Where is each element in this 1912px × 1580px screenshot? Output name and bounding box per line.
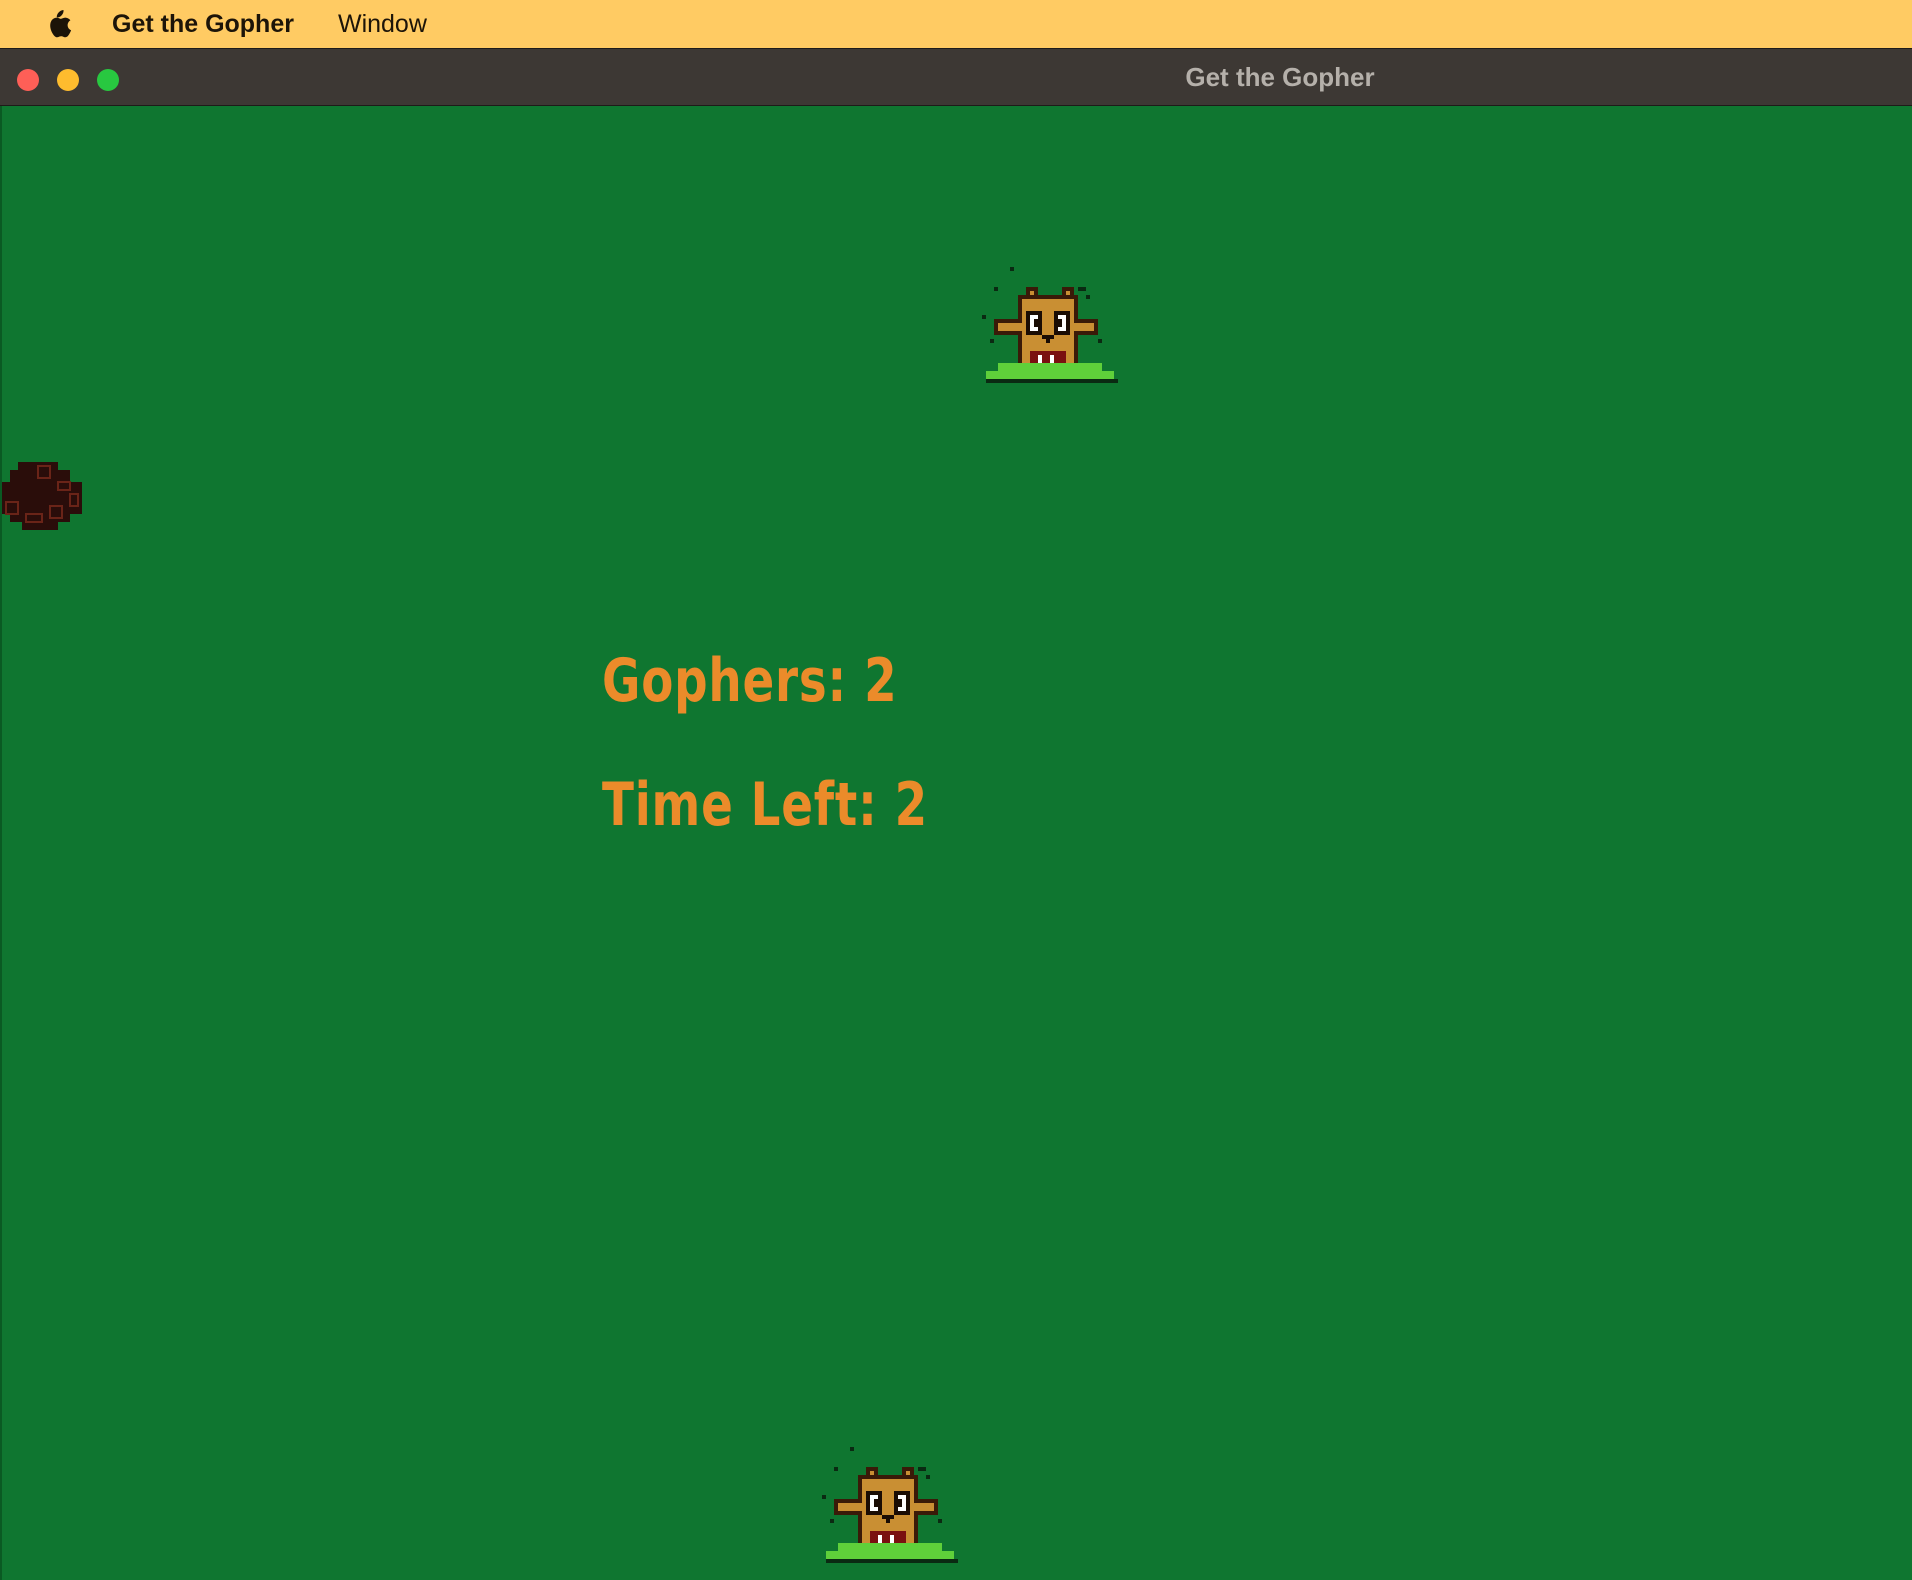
time-left: Time Left: 2 <box>602 770 928 840</box>
window-menu[interactable]: Window <box>338 10 427 39</box>
time-left-label: Time Left: <box>602 770 878 840</box>
window-title: Get the Gopher <box>1185 62 1375 92</box>
menu-bar: Get the Gopher Window <box>0 0 1912 48</box>
window-title-bar[interactable]: Get the Gopher <box>0 48 1912 106</box>
apple-menu-icon[interactable] <box>44 7 74 41</box>
gophers-label: Gophers: <box>602 646 848 716</box>
dirt-hole-icon[interactable] <box>2 462 90 538</box>
game-field[interactable]: Gophers: 2 Time Left: 2 <box>0 106 1912 1580</box>
gopher-icon[interactable] <box>822 1444 966 1574</box>
gopher-icon[interactable] <box>982 264 1126 394</box>
time-left-value: 2 <box>894 770 929 840</box>
gophers-score: Gophers: 2 <box>602 646 897 716</box>
gophers-count: 2 <box>864 646 898 716</box>
app-menu[interactable]: Get the Gopher <box>112 10 294 39</box>
